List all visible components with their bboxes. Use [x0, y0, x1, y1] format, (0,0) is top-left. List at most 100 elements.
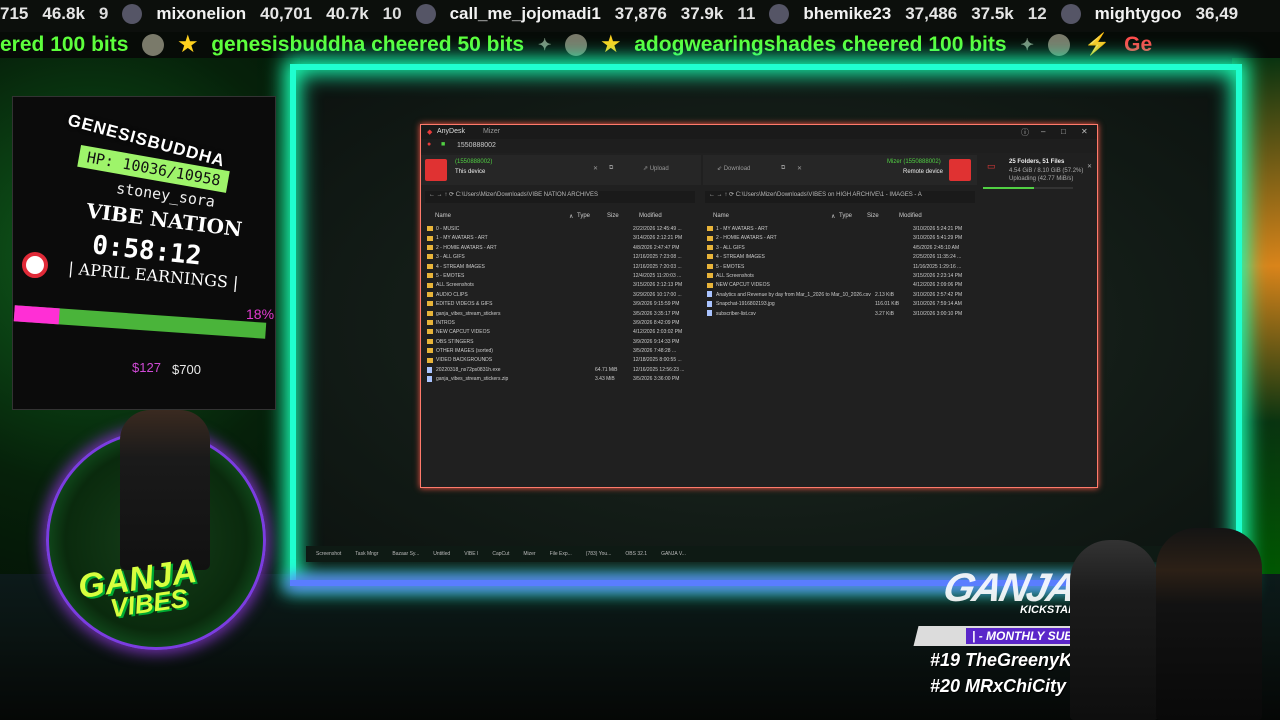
up-icon[interactable]: ↑ [444, 192, 447, 198]
sparkle-icon: ✦ [1020, 36, 1034, 54]
taskbar-item[interactable]: Mizer [523, 551, 535, 557]
close-button[interactable]: ✕ [1081, 127, 1088, 136]
file-row[interactable]: ALL Screenshots 3/15/2026 2:12:13 PM [427, 281, 693, 290]
anydesk-logo-icon: ◆ [427, 129, 433, 136]
file-row[interactable]: 5 - EMOTES 11/16/2025 1:29:16 ... [707, 263, 973, 272]
file-icon [707, 310, 712, 317]
local-path[interactable]: C:\Users\Mizer\Downloads\VIBE NATION ARC… [456, 192, 598, 198]
download-button[interactable]: ⇙ Download [717, 165, 750, 172]
file-row[interactable]: 0 - MUSIC 2/22/2026 12:45:49 ... [427, 225, 693, 234]
file-modified: 3/15/2026 2:23:14 PM [913, 272, 963, 279]
file-modified: 12/16/2025 12:56:23 ... [633, 366, 685, 373]
copy-icon[interactable]: ⧉ [609, 165, 613, 172]
taskbar-item[interactable]: Untitled [433, 551, 450, 557]
column-type[interactable]: Type [839, 213, 852, 219]
taskbar-item[interactable]: Task Mngr [355, 551, 378, 557]
local-path-bar[interactable]: ← → ↑ ⟳ C:\Users\Mizer\Downloads\VIBE NA… [425, 191, 695, 203]
local-column-headers: Name ∧ Type Size Modified [427, 213, 693, 223]
remote-path[interactable]: C:\Users\Mizer\Downloads\VIBES on HIGH A… [736, 192, 922, 198]
file-row[interactable]: subscriber-list.csv 3.27 KiB 3/10/2026 3:0… [707, 310, 973, 319]
file-row[interactable]: Analytics and Revenue by day from Mar_1_… [707, 291, 973, 300]
file-name: NEW CAPCUT VIDEOS [716, 282, 770, 289]
file-row[interactable]: 1 - MY AVATARS - ART 3/10/2026 5:24:21 PM [707, 225, 973, 234]
file-row[interactable]: 5 - EMOTES 12/4/2025 11:20:03 ... [427, 272, 693, 281]
taskbar-item[interactable]: (783) You... [586, 551, 612, 557]
file-row[interactable]: 20220318_ns72ps0831h.exe 64.71 MiB 12/16/2… [427, 366, 693, 375]
taskbar-item[interactable]: GANJA V... [661, 551, 686, 557]
file-row[interactable]: 3 - ALL GIFS 12/16/2025 7:23:08 ... [427, 253, 693, 262]
file-modified: 3/5/2026 3:35:17 PM [633, 310, 680, 317]
file-row[interactable]: ALL Screenshots 3/15/2026 2:23:14 PM [707, 272, 973, 281]
refresh-icon[interactable]: ⟳ [449, 192, 454, 198]
star-icon: ★ [178, 33, 198, 56]
column-size[interactable]: Size [867, 213, 879, 219]
taskbar-item[interactable]: Screenshot [316, 551, 341, 557]
file-modified: 2/22/2026 12:45:49 ... [633, 226, 682, 232]
file-row[interactable]: 4 - STREAM IMAGES 2/25/2026 11:35:24 ... [707, 253, 973, 262]
file-row[interactable]: INTROS 3/9/2026 8:42:09 PM [427, 319, 693, 328]
remote-path-bar[interactable]: ← → ↑ ⟳ C:\Users\Mizer\Downloads\VIBES o… [705, 191, 975, 203]
file-row[interactable]: NEW CAPCUT VIDEOS 4/12/2026 2:09:06 PM [707, 281, 973, 290]
clear-icon[interactable]: ✕ [593, 165, 598, 172]
forward-icon[interactable]: → [717, 192, 723, 198]
file-row[interactable]: ganja_vibes_stream_stickers 3/5/2026 3:35… [427, 310, 693, 319]
copy-icon[interactable]: ⧉ [781, 165, 785, 172]
taskbar-item[interactable]: OBS 32.1 [625, 551, 647, 557]
leaderboard-score: 36,49 [1195, 4, 1239, 23]
address-text[interactable]: 1550888002 [457, 142, 496, 149]
file-row[interactable]: OTHER IMAGES (sorted) 3/5/2026 7:48:28 ..… [427, 347, 693, 356]
file-row[interactable]: AUDIO CLIPS 3/29/2026 10:17:00 ... [427, 291, 693, 300]
column-type[interactable]: Type [577, 213, 590, 219]
file-row[interactable]: NEW CAPCUT VIDEOS 4/12/2026 2:03:02 PM [427, 328, 693, 337]
remote-label: Remote device [903, 169, 944, 175]
column-modified[interactable]: Modified [639, 213, 662, 219]
taskbar-item[interactable]: VIBE I [464, 551, 478, 557]
taskbar-item[interactable]: Bazaar Sy... [392, 551, 419, 557]
maximize-button[interactable]: □ [1061, 127, 1066, 136]
taskbar-item[interactable]: File Exp... [550, 551, 572, 557]
avatar-character [120, 410, 210, 570]
back-icon[interactable]: ← [709, 192, 715, 198]
file-row[interactable]: 3 - ALL GIFS 4/5/2026 2:45:10 AM [707, 244, 973, 253]
column-name[interactable]: Name [713, 213, 729, 219]
file-modified: 4/8/2026 2:47:47 PM [633, 244, 680, 251]
file-name: 4 - STREAM IMAGES [716, 254, 765, 261]
file-row[interactable]: EDITED VIDEOS & GIFS 3/9/2026 9:15:59 PM [427, 300, 693, 309]
column-modified[interactable]: Modified [899, 213, 922, 219]
anydesk-session-tab[interactable]: Mizer [483, 128, 500, 135]
file-row[interactable]: OBS STINGERS 3/9/2026 9:14:33 PM [427, 338, 693, 347]
taskbar-item[interactable]: CapCut [492, 551, 509, 557]
file-row[interactable]: ganja_vibes_stream_stickers.zip 3.43 MiB 3… [427, 375, 693, 384]
file-row[interactable]: 2 - HOMIE AVATARS - ART 4/8/2026 2:47:47 … [427, 244, 693, 253]
file-row[interactable]: Snapchat-1916802193.jpg 116.01 KiB 3/10/20… [707, 300, 973, 309]
leaderboard-ticker-row: 715 46.8k 9 mixonelion 40,701 40.7k 10 call_me_… [0, 4, 1238, 24]
avatar [769, 4, 790, 24]
back-icon[interactable]: ← [429, 192, 435, 198]
close-icon[interactable]: ✕ [1087, 163, 1092, 170]
info-icon[interactable]: ⓘ [1021, 127, 1029, 138]
up-icon[interactable]: ↑ [724, 192, 727, 198]
clear-icon[interactable]: ✕ [797, 165, 802, 172]
leaderboard-short-score: 37.9k [680, 4, 724, 23]
anydesk-tab[interactable]: AnyDesk [437, 128, 465, 135]
folder-icon [427, 310, 433, 316]
upload-button[interactable]: ⇗ Upload [643, 165, 669, 172]
column-name[interactable]: Name [435, 213, 451, 219]
refresh-icon[interactable]: ⟳ [729, 192, 734, 198]
folder-icon [427, 320, 433, 326]
column-size[interactable]: Size [607, 213, 619, 219]
leaderboard-name: mixonelion [156, 4, 247, 23]
star-icon: ★ [601, 33, 621, 56]
file-name: VIDEO BACKGROUNDS [436, 357, 493, 364]
minimize-button[interactable]: – [1041, 127, 1045, 136]
file-row[interactable]: 2 - HOMIE AVATARS - ART 3/10/2026 5:41:29… [707, 234, 973, 243]
forward-icon[interactable]: → [437, 192, 443, 198]
file-modified: 3/9/2026 8:42:09 PM [633, 319, 680, 326]
file-row[interactable]: 1 - MY AVATARS - ART 3/14/2026 2:12:21 PM [427, 234, 693, 243]
file-modified: 3/10/2026 3:00:10 PM [913, 310, 963, 317]
file-name: 1 - MY AVATARS - ART [716, 226, 768, 232]
file-icon [427, 366, 432, 373]
file-modified: 3/29/2026 10:17:00 ... [633, 291, 682, 298]
file-row[interactable]: 4 - STREAM IMAGES 12/16/2025 7:20:03 ... [427, 263, 693, 272]
file-row[interactable]: VIDEO BACKGROUNDS 12/18/2025 8:00:55 ... [427, 356, 693, 365]
